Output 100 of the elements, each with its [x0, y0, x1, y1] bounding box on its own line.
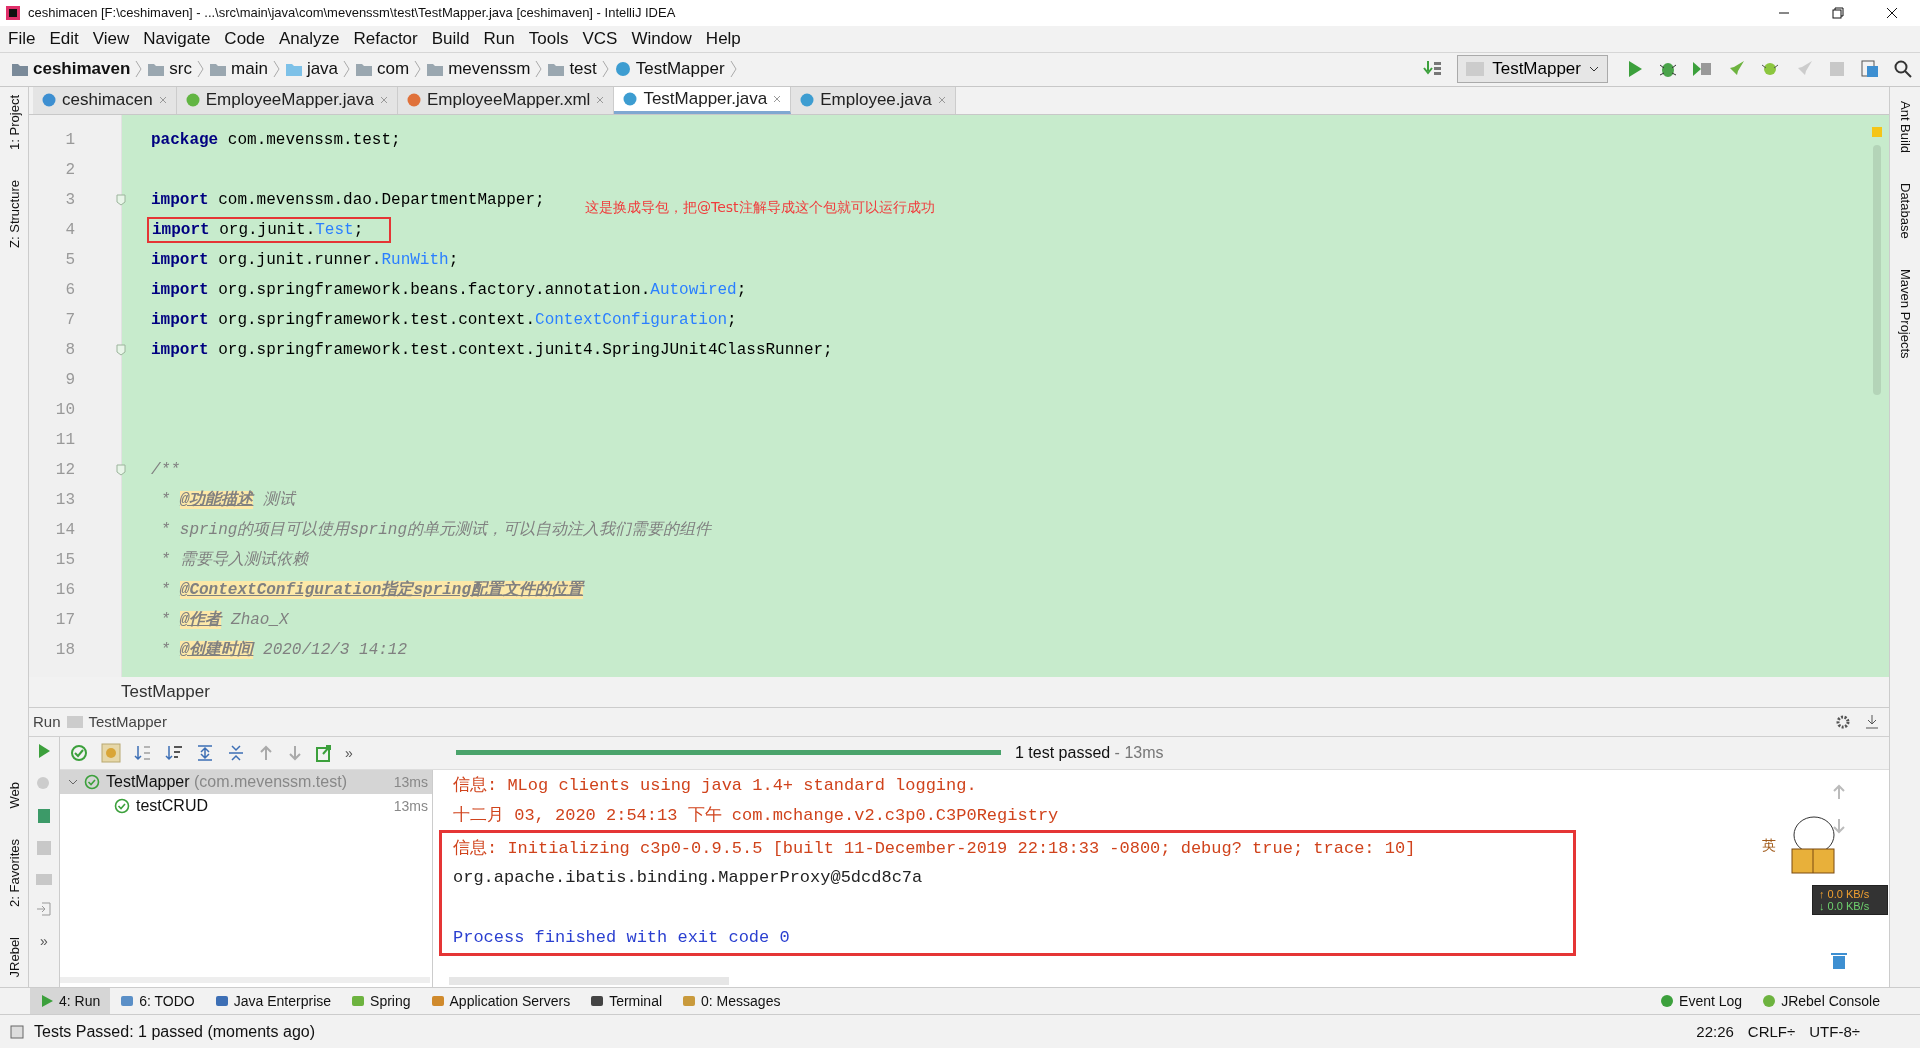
stop-icon[interactable]: [1828, 60, 1846, 79]
passed-filter-icon[interactable]: [70, 743, 88, 762]
breadcrumb-item[interactable]: TestMapper: [635, 59, 725, 80]
run-panel-title: Run: [33, 713, 61, 731]
breadcrumb-item[interactable]: ceshimaven: [33, 59, 131, 80]
stop-icon[interactable]: [37, 840, 51, 855]
fold-marker-icon[interactable]: [116, 463, 126, 476]
project-structure-icon[interactable]: [1860, 59, 1880, 80]
tool-window-tab[interactable]: 4: Run: [30, 988, 111, 1015]
menu-item[interactable]: Refactor: [353, 28, 418, 49]
line-number: 4: [64, 220, 75, 239]
menu-item[interactable]: Help: [705, 28, 741, 49]
editor-tab[interactable]: EmployeeMapper.xml: [397, 86, 615, 114]
menu-item[interactable]: Build: [431, 28, 470, 49]
editor-breadcrumb[interactable]: TestMapper: [121, 681, 210, 702]
rerun-icon[interactable]: [36, 742, 52, 759]
export-icon[interactable]: [316, 743, 332, 762]
file-encoding[interactable]: UTF-8÷: [1809, 1023, 1860, 1041]
sort-alpha-icon[interactable]: [134, 743, 152, 762]
input-method-indicator[interactable]: 英: [1762, 836, 1776, 855]
editor-tab[interactable]: TestMapper.java: [614, 86, 792, 114]
arrow-up-icon[interactable]: [1832, 783, 1846, 800]
folder-icon: [12, 62, 28, 77]
breadcrumb-item[interactable]: test: [569, 59, 597, 80]
more-button[interactable]: »: [40, 932, 48, 949]
trash-icon[interactable]: [1831, 951, 1847, 970]
fold-marker-icon[interactable]: [116, 193, 126, 206]
breadcrumb-item[interactable]: main: [231, 59, 268, 80]
code-line: /**: [150, 459, 181, 481]
tool-window-tab[interactable]: Application Servers: [420, 988, 581, 1015]
menu-item[interactable]: Code: [224, 28, 265, 49]
tool-window-tab[interactable]: JRebel: [6, 936, 22, 978]
menu-item[interactable]: Tools: [528, 28, 569, 49]
menu-item[interactable]: Run: [483, 28, 515, 49]
fold-marker-icon[interactable]: [116, 343, 126, 356]
tool-window-tab[interactable]: 0: Messages: [672, 988, 791, 1015]
scrollbar-thumb[interactable]: [449, 977, 729, 986]
more-button[interactable]: »: [345, 744, 353, 761]
restore-icon[interactable]: [1832, 6, 1844, 19]
hide-icon[interactable]: [1865, 713, 1879, 730]
menu-item[interactable]: VCS: [582, 28, 618, 49]
toggle-icon[interactable]: [35, 806, 53, 825]
tool-window-tab[interactable]: Spring: [341, 988, 421, 1015]
test-tree-item[interactable]: testCRUD 13ms: [60, 793, 432, 818]
menu-item[interactable]: Edit: [49, 28, 79, 49]
code-line: import org.springframework.test.context.ContextConfiguration;: [150, 309, 738, 331]
menu-item[interactable]: View: [92, 28, 130, 49]
sort-duration-icon[interactable]: [165, 743, 183, 762]
tool-window-tab[interactable]: Java Enterprise: [204, 988, 342, 1015]
menu-item[interactable]: File: [8, 28, 36, 49]
scrollbar-thumb[interactable]: [60, 977, 430, 984]
collapse-all-icon[interactable]: [227, 743, 245, 762]
close-icon[interactable]: [1886, 6, 1898, 19]
tool-window-tab[interactable]: Ant Build: [1897, 100, 1913, 153]
run-icon[interactable]: [1626, 60, 1644, 79]
line-separator[interactable]: CRLF÷: [1747, 1023, 1796, 1041]
test-tree-item[interactable]: TestMapper (com.mevenssm.test) 13ms: [60, 769, 432, 794]
breadcrumb-item[interactable]: src: [169, 59, 192, 80]
tool-window-tab[interactable]: Web: [6, 782, 22, 809]
tool-window-tab[interactable]: JRebel Console: [1752, 993, 1890, 1010]
tool-window-tab[interactable]: Terminal: [580, 988, 673, 1015]
editor-tab[interactable]: Employee.java: [791, 86, 956, 114]
tool-window-tab[interactable]: 1: Project: [6, 94, 22, 150]
tool-window-tab[interactable]: Database: [1897, 182, 1913, 239]
run-configuration-dropdown[interactable]: TestMapper: [1457, 55, 1608, 84]
tool-icon: [120, 994, 135, 1009]
file-type-icon: [185, 93, 200, 108]
arrow-down-icon[interactable]: [287, 744, 303, 761]
editor-tab[interactable]: ceshimacen: [33, 86, 177, 114]
arrow-down-icon[interactable]: [1832, 817, 1846, 834]
menu-item[interactable]: Analyze: [279, 28, 340, 49]
breadcrumb-item[interactable]: mevenssm: [448, 59, 531, 80]
tool-window-tab[interactable]: Maven Projects: [1897, 268, 1913, 359]
breadcrumb-item[interactable]: java: [306, 59, 339, 80]
chevron-icon: [135, 60, 143, 79]
tool-window-tab[interactable]: Event Log: [1650, 993, 1753, 1010]
panel-toggle-icon[interactable]: [10, 1024, 24, 1039]
file-type-icon: [623, 91, 638, 106]
arrow-up-icon[interactable]: [258, 744, 274, 761]
ignored-filter-icon[interactable]: [101, 742, 121, 763]
search-icon[interactable]: [1894, 60, 1912, 79]
menu-item[interactable]: Window: [631, 28, 692, 49]
folder-icon: [356, 62, 373, 77]
cursor-position[interactable]: 22:26: [1696, 1023, 1734, 1041]
line-number: 7: [64, 310, 75, 329]
editor-tab[interactable]: EmployeeMapper.java: [176, 86, 398, 114]
tool-icon: [430, 994, 445, 1009]
tool-window-tab[interactable]: Z: Structure: [6, 179, 22, 248]
line-number: 12: [54, 460, 75, 479]
expand-all-icon[interactable]: [196, 743, 214, 762]
exit-icon[interactable]: [36, 900, 52, 917]
tool-window-tab[interactable]: 2: Favorites: [6, 838, 22, 907]
chevron-icon: [272, 60, 280, 79]
line-number: 8: [64, 340, 75, 359]
tool-window-tab[interactable]: 6: TODO: [110, 988, 205, 1015]
line-number: 14: [54, 520, 75, 539]
file-type-icon: [406, 93, 421, 108]
menu-item[interactable]: Navigate: [143, 28, 211, 49]
breadcrumb-item[interactable]: com: [377, 59, 410, 80]
settings-icon[interactable]: [1835, 713, 1851, 730]
